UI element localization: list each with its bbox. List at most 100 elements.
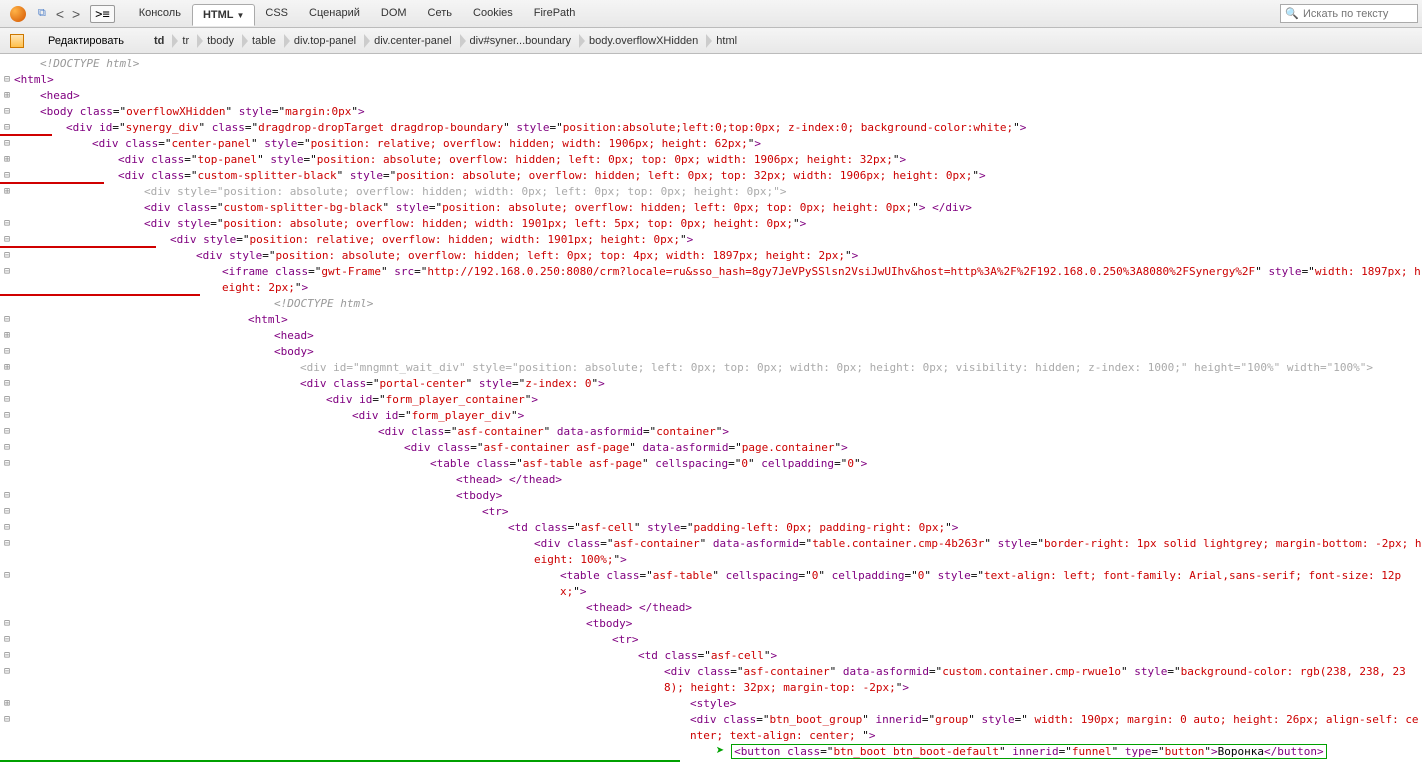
twisty-icon[interactable]: ⊟: [0, 376, 14, 392]
twisty-icon[interactable]: ⊟: [0, 72, 14, 88]
tree-node-content[interactable]: <div id="form_player_container">: [326, 392, 1422, 408]
console-toggle-icon[interactable]: >≡: [84, 2, 120, 26]
search-box[interactable]: 🔍: [1280, 4, 1418, 23]
twisty-icon[interactable]: ⊟: [0, 312, 14, 328]
twisty-icon[interactable]: ⊟: [0, 344, 14, 360]
tree-node-content[interactable]: <div style="position: absolute; overflow…: [144, 216, 1422, 232]
twisty-icon[interactable]: ⊟: [0, 248, 14, 264]
tree-row[interactable]: ⊞ <head>: [0, 328, 1422, 344]
tree-node-content[interactable]: <!DOCTYPE html>: [40, 56, 1422, 72]
tree-node-content[interactable]: <div class="center-panel" style="positio…: [92, 136, 1422, 152]
tree-row[interactable]: <thead> </thead>: [0, 472, 1422, 488]
edit-button[interactable]: Редактировать: [40, 33, 132, 49]
tree-node-content[interactable]: <html>: [248, 312, 1422, 328]
tree-row[interactable]: ⊟<body class="overflowXHidden" style="ma…: [0, 104, 1422, 120]
tree-node-content[interactable]: <div class="asf-container" data-asformid…: [378, 424, 1422, 440]
tree-row[interactable]: ⊟ <div class="center-panel" style="positi…: [0, 136, 1422, 152]
tree-node-content[interactable]: <div class="custom-splitter-bg-black" st…: [144, 200, 1422, 216]
tree-row[interactable]: ⊞ <style>: [0, 696, 1422, 712]
twisty-icon[interactable]: ⊟: [0, 616, 14, 632]
tree-node-content[interactable]: <style>: [690, 696, 1422, 712]
tree-node-content[interactable]: <table class="asf-table" cellspacing="0"…: [560, 568, 1422, 600]
tree-row[interactable]: ⊟<html>: [0, 72, 1422, 88]
twisty-icon[interactable]: ⊟: [0, 488, 14, 504]
tree-node-content[interactable]: <thead> </thead>: [586, 600, 1422, 616]
tree-node-content[interactable]: <td class="asf-cell">: [638, 648, 1422, 664]
twisty-icon[interactable]: ⊟: [0, 216, 14, 232]
tree-node-content[interactable]: <div id="synergy_div" class="dragdrop-dr…: [66, 120, 1422, 136]
tree-row[interactable]: ⊟<div class="btn_boot_group" innerid="gr…: [0, 712, 1422, 744]
tree-node-content[interactable]: <div style="position: absolute; overflow…: [144, 184, 1422, 200]
twisty-icon[interactable]: ⊟: [0, 168, 14, 184]
twisty-icon[interactable]: ⊟: [0, 120, 14, 136]
twisty-icon[interactable]: ⊟: [0, 520, 14, 536]
tree-row[interactable]: ⊟<div class="portal-center" style="z-ind…: [0, 376, 1422, 392]
crumb-td[interactable]: td: [144, 32, 172, 50]
tree-node-content[interactable]: <head>: [274, 328, 1422, 344]
detach-icon[interactable]: ⧉: [32, 4, 52, 23]
tree-row[interactable]: ⊟ <div style="position: relative; overflo…: [0, 232, 1422, 248]
twisty-icon[interactable]: ⊞: [0, 184, 14, 200]
crumb-tr[interactable]: tr: [172, 32, 197, 50]
tree-row[interactable]: ⊟<body>: [0, 344, 1422, 360]
tree-row[interactable]: ➤ <button class="btn_boot btn_boot-defau…: [0, 744, 1422, 760]
twisty-icon[interactable]: ⊟: [0, 568, 14, 584]
tree-row[interactable]: ⊟<td class="asf-cell" style="padding-lef…: [0, 520, 1422, 536]
twisty-icon[interactable]: ⊟: [0, 504, 14, 520]
tree-row[interactable]: ⊞ <div style="position: absolute; overflo…: [0, 184, 1422, 200]
tab-cookies[interactable]: Cookies: [463, 3, 524, 25]
chevron-down-icon[interactable]: ▼: [236, 11, 244, 20]
crumb-tbody[interactable]: tbody: [197, 32, 242, 50]
tab-net[interactable]: Сеть: [418, 3, 463, 25]
twisty-icon[interactable]: ⊞: [0, 88, 14, 104]
twisty-icon[interactable]: ⊞: [0, 696, 14, 712]
tree-row[interactable]: ⊟<iframe class="gwt-Frame" src="http://1…: [0, 264, 1422, 296]
tree-row[interactable]: ⊟ <div id="synergy_div" class="dragdrop-d…: [0, 120, 1422, 136]
tree-row[interactable]: ⊞ <div id="mngmnt_wait_div" style="positi…: [0, 360, 1422, 376]
tab-css[interactable]: CSS: [255, 3, 299, 25]
tree-row[interactable]: <div class="custom-splitter-bg-black" st…: [0, 200, 1422, 216]
nav-back-icon[interactable]: <: [52, 6, 68, 22]
tree-row[interactable]: ⊟<tr>: [0, 632, 1422, 648]
tree-row[interactable]: ⊟ <html>: [0, 312, 1422, 328]
tree-row[interactable]: ⊟ <div style="position: absolute; overflo…: [0, 248, 1422, 264]
twisty-icon[interactable]: ⊟: [0, 440, 14, 456]
tree-row[interactable]: ⊟ <tbody>: [0, 616, 1422, 632]
tree-node-content[interactable]: <tbody>: [586, 616, 1422, 632]
twisty-icon[interactable]: ⊟: [0, 424, 14, 440]
twisty-icon[interactable]: ⊟: [0, 632, 14, 648]
twisty-icon[interactable]: ⊞: [0, 328, 14, 344]
twisty-icon[interactable]: ⊟: [0, 664, 14, 680]
tree-row[interactable]: ⊟<div class="asf-container asf-page" dat…: [0, 440, 1422, 456]
tree-node-content[interactable]: <div id="mngmnt_wait_div" style="positio…: [300, 360, 1422, 376]
tree-node-content[interactable]: <iframe class="gwt-Frame" src="http://19…: [222, 264, 1422, 296]
twisty-icon[interactable]: ⊟: [0, 456, 14, 472]
twisty-icon[interactable]: ⊟: [0, 136, 14, 152]
tree-row[interactable]: ⊟ <div class="asf-container" data-asformi…: [0, 424, 1422, 440]
tree-row[interactable]: ⊟<div id="form_player_container">: [0, 392, 1422, 408]
tree-node-content[interactable]: <head>: [40, 88, 1422, 104]
dom-tree[interactable]: <!DOCTYPE html>⊟<html>⊞<head>⊟<body clas…: [0, 54, 1422, 771]
tree-node-content[interactable]: <div style="position: relative; overflow…: [170, 232, 1422, 248]
twisty-icon[interactable]: ⊟: [0, 712, 14, 728]
crumb-table[interactable]: table: [242, 32, 284, 50]
tree-row[interactable]: ⊟<tr>: [0, 504, 1422, 520]
tree-row[interactable]: <!DOCTYPE html>: [0, 296, 1422, 312]
inspect-icon[interactable]: [4, 31, 30, 51]
tree-node-content[interactable]: <tbody>: [456, 488, 1422, 504]
tab-firepath[interactable]: FirePath: [524, 3, 587, 25]
tab-dom[interactable]: DOM: [371, 3, 418, 25]
twisty-icon[interactable]: ⊟: [0, 408, 14, 424]
twisty-icon[interactable]: ⊞: [0, 152, 14, 168]
tree-node-content[interactable]: <body class="overflowXHidden" style="mar…: [40, 104, 1422, 120]
tree-node-content[interactable]: <div style="position: absolute; overflow…: [196, 248, 1422, 264]
tree-node-content[interactable]: ➤ <button class="btn_boot btn_boot-defau…: [716, 744, 1422, 760]
crumb-html[interactable]: html: [706, 32, 745, 50]
tab-html[interactable]: HTML▼: [192, 4, 255, 26]
tree-row[interactable]: ⊞ <head>: [0, 88, 1422, 104]
crumb-body[interactable]: body.overflowXHidden: [579, 32, 706, 50]
twisty-icon[interactable]: ⊟: [0, 232, 14, 248]
twisty-icon[interactable]: ⊞: [0, 360, 14, 376]
twisty-icon[interactable]: ⊟: [0, 536, 14, 552]
tree-node-content[interactable]: <div id="form_player_div">: [352, 408, 1422, 424]
